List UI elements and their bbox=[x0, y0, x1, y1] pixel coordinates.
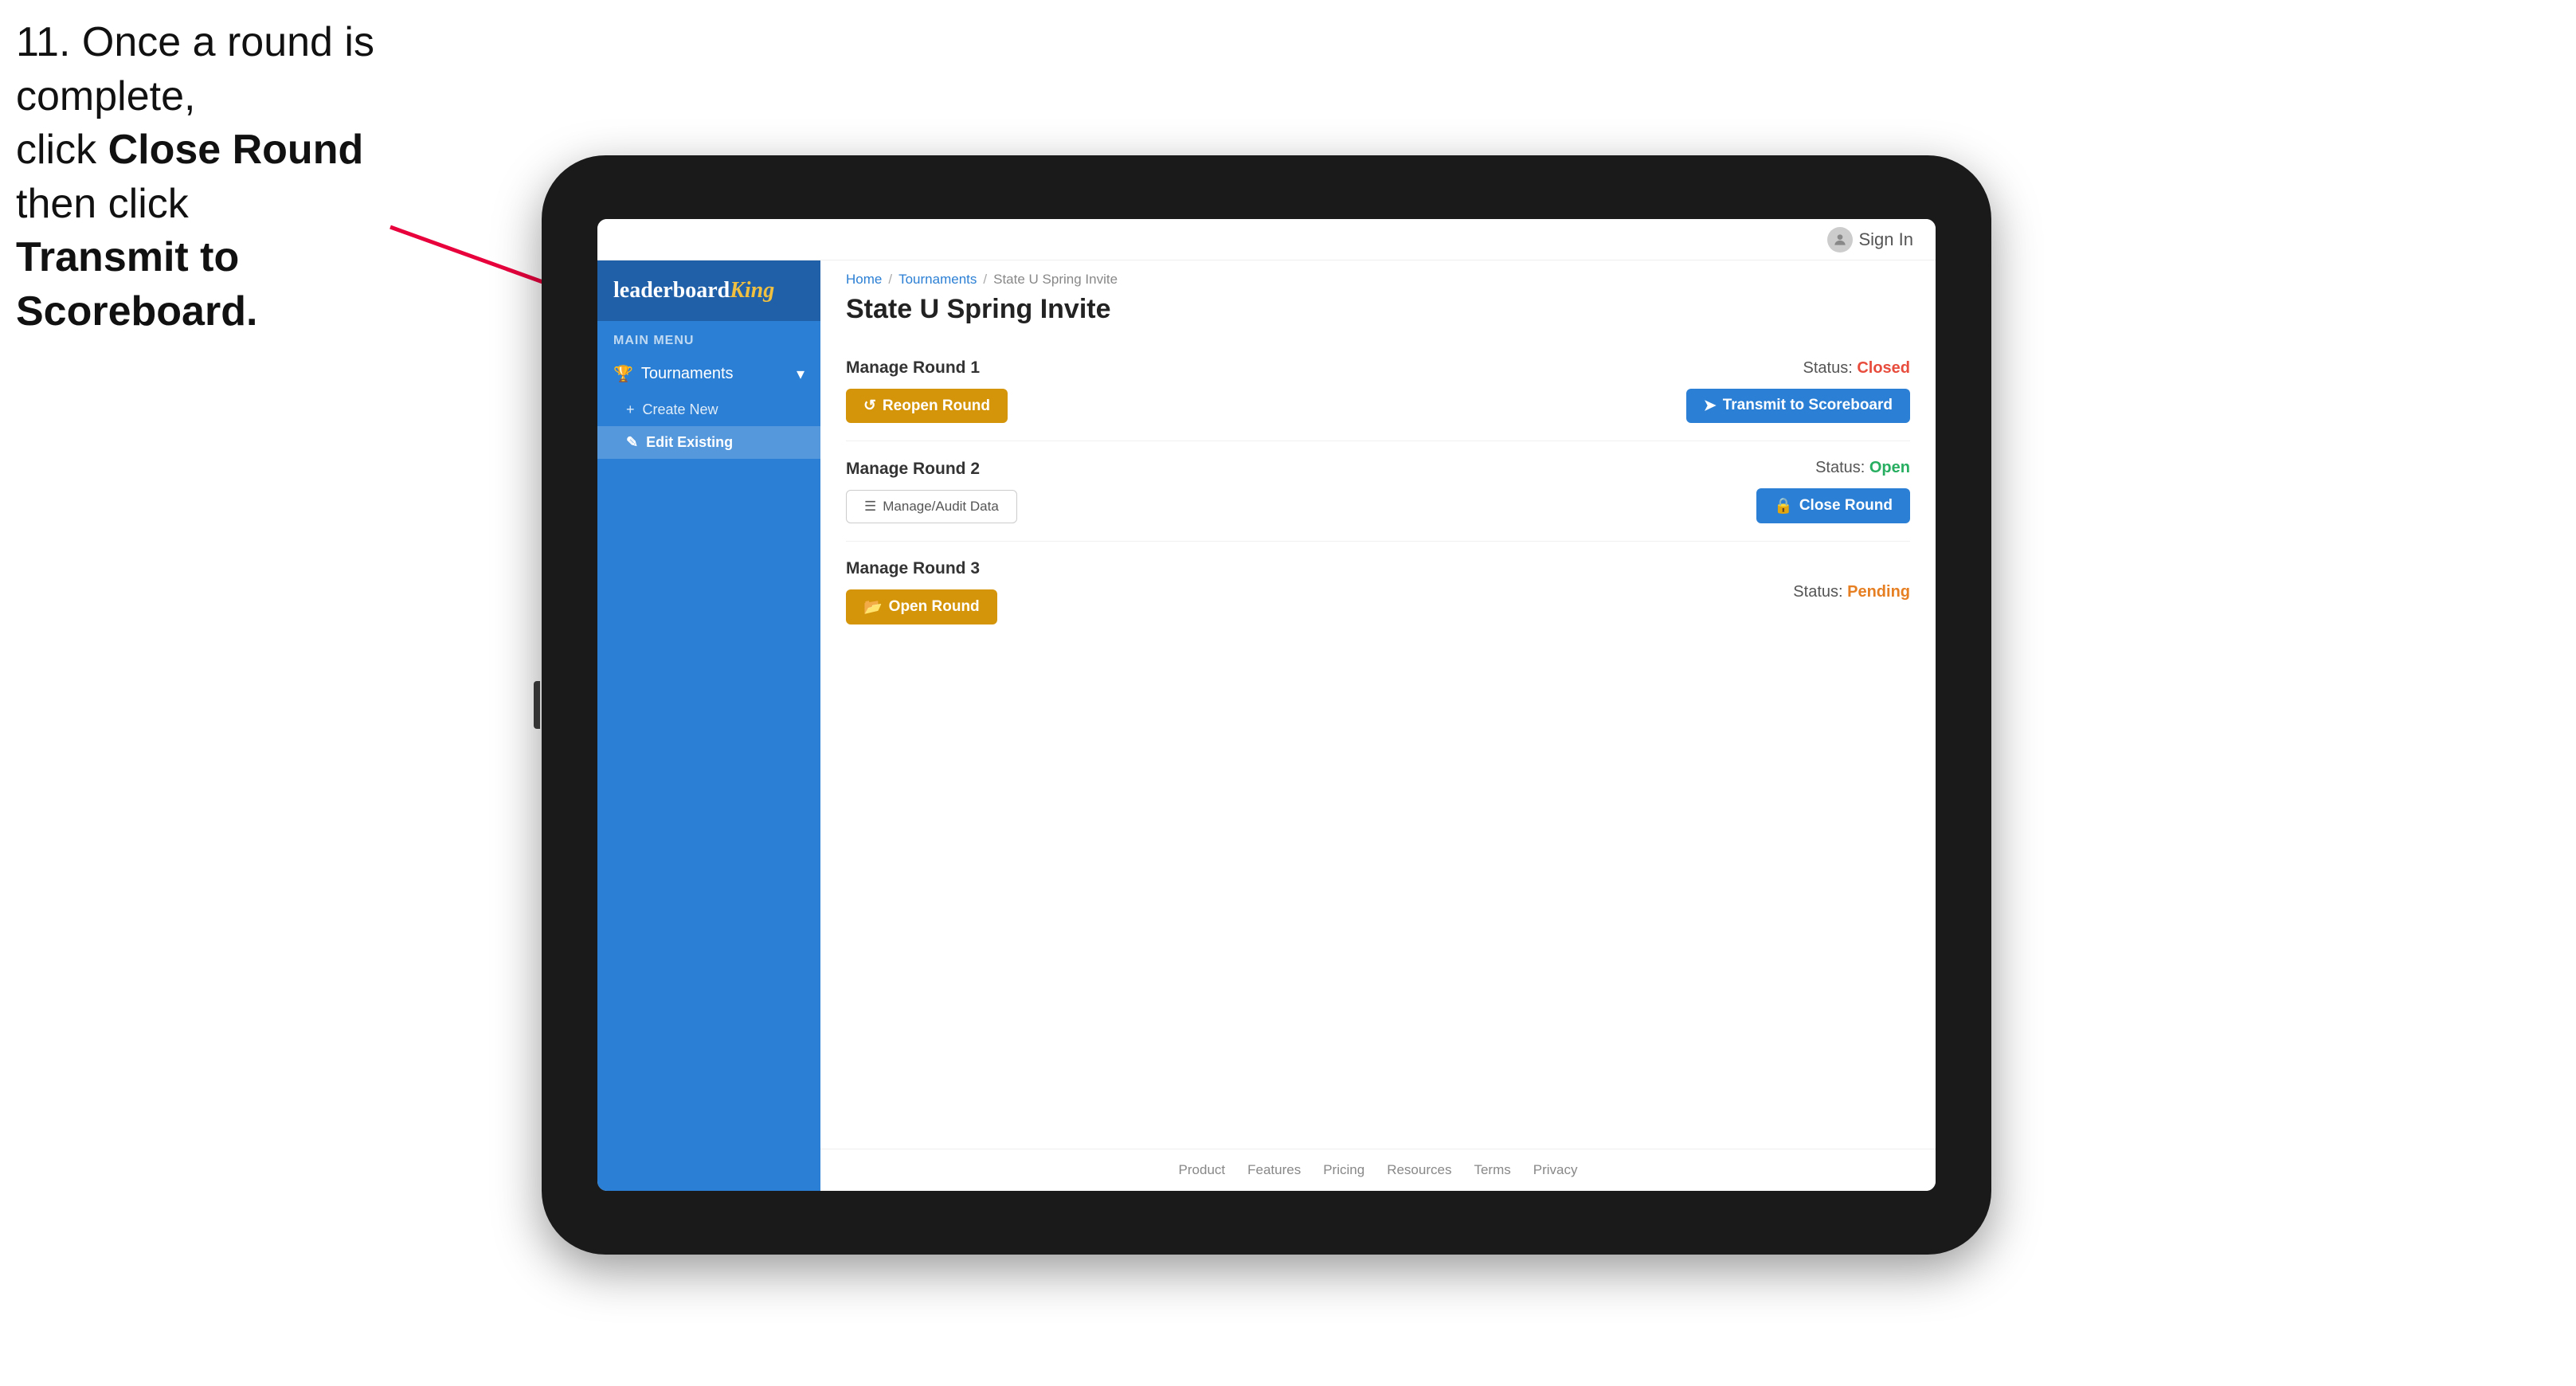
sign-in-button[interactable]: Sign In bbox=[1827, 227, 1914, 253]
breadcrumb-sep2: / bbox=[983, 272, 987, 288]
manage-audit-label: Manage/Audit Data bbox=[883, 499, 999, 515]
user-avatar bbox=[1827, 227, 1853, 253]
round-1-right: Status: Closed ➤ Transmit to Scoreboard bbox=[1686, 359, 1910, 423]
breadcrumb-sep1: / bbox=[888, 272, 892, 288]
lock-icon: 🔒 bbox=[1774, 496, 1793, 515]
breadcrumb-current: State U Spring Invite bbox=[993, 272, 1118, 288]
round-3-status-value: Pending bbox=[1847, 583, 1910, 601]
round-row-1: Manage Round 1 ↺ Reopen Round Status: Cl… bbox=[846, 341, 1910, 441]
close-round-button[interactable]: 🔒 Close Round bbox=[1756, 488, 1910, 523]
main-content: Home / Tournaments / State U Spring Invi… bbox=[820, 260, 1936, 1191]
round-2-right: Status: Open 🔒 Close Round bbox=[1756, 459, 1910, 523]
round-1-title: Manage Round 1 bbox=[846, 358, 1008, 378]
footer-terms[interactable]: Terms bbox=[1474, 1162, 1510, 1178]
breadcrumb-tournaments[interactable]: Tournaments bbox=[898, 272, 977, 288]
transmit-to-scoreboard-button[interactable]: ➤ Transmit to Scoreboard bbox=[1686, 389, 1910, 423]
round-row-3: Manage Round 3 📂 Open Round Status: Pend… bbox=[846, 542, 1910, 642]
plus-icon: + bbox=[626, 401, 635, 418]
round-1-left: Manage Round 1 ↺ Reopen Round bbox=[846, 358, 1008, 423]
create-new-label: Create New bbox=[643, 401, 718, 418]
breadcrumb-home[interactable]: Home bbox=[846, 272, 882, 288]
footer-resources[interactable]: Resources bbox=[1387, 1162, 1451, 1178]
audit-icon: ☰ bbox=[864, 499, 876, 515]
breadcrumb: Home / Tournaments / State U Spring Invi… bbox=[820, 260, 1936, 291]
sidebar: leaderboardKing MAIN MENU 🏆 Tournaments … bbox=[597, 260, 820, 1191]
footer: Product Features Pricing Resources Terms… bbox=[820, 1149, 1936, 1191]
round-3-right: Status: Pending bbox=[1793, 583, 1910, 601]
tablet-frame: Sign In leaderboardKing MAIN MENU 🏆 Tour… bbox=[542, 155, 1991, 1255]
footer-privacy[interactable]: Privacy bbox=[1533, 1162, 1578, 1178]
edit-icon: ✎ bbox=[626, 434, 638, 451]
sidebar-item-tournaments[interactable]: 🏆 Tournaments ▾ bbox=[597, 354, 820, 393]
main-menu-label: MAIN MENU bbox=[597, 321, 820, 354]
manage-audit-data-button[interactable]: ☰ Manage/Audit Data bbox=[846, 490, 1017, 523]
sidebar-subitem-create-new[interactable]: + Create New bbox=[597, 393, 820, 426]
close-round-label: Close Round bbox=[1799, 497, 1893, 515]
sign-in-label: Sign In bbox=[1859, 229, 1914, 250]
footer-pricing[interactable]: Pricing bbox=[1323, 1162, 1364, 1178]
round-3-status: Status: Pending bbox=[1793, 583, 1910, 601]
logo: leaderboardKing bbox=[613, 278, 805, 303]
round-2-title: Manage Round 2 bbox=[846, 460, 1017, 479]
transmit-icon: ➤ bbox=[1704, 397, 1717, 415]
tablet-screen: Sign In leaderboardKing MAIN MENU 🏆 Tour… bbox=[597, 219, 1936, 1191]
transmit-label: Transmit to Scoreboard bbox=[1723, 397, 1893, 414]
round-1-status: Status: Closed bbox=[1803, 359, 1911, 378]
round-3-left: Manage Round 3 📂 Open Round bbox=[846, 559, 997, 624]
reopen-icon: ↺ bbox=[863, 397, 876, 415]
tournaments-label: Tournaments bbox=[641, 365, 734, 383]
instruction-block: 11. Once a round is complete, click Clos… bbox=[16, 16, 430, 339]
rounds-container: Manage Round 1 ↺ Reopen Round Status: Cl… bbox=[820, 341, 1936, 745]
round-1-status-value: Closed bbox=[1857, 359, 1910, 377]
sidebar-tournaments-left: 🏆 Tournaments bbox=[613, 364, 734, 384]
round-row-2: Manage Round 2 ☰ Manage/Audit Data Statu… bbox=[846, 441, 1910, 542]
page-title: State U Spring Invite bbox=[820, 291, 1936, 341]
sidebar-submenu: + Create New ✎ Edit Existing bbox=[597, 393, 820, 459]
open-round-button[interactable]: 📂 Open Round bbox=[846, 589, 997, 624]
sidebar-subitem-edit-existing[interactable]: ✎ Edit Existing bbox=[597, 426, 820, 459]
chevron-down-icon: ▾ bbox=[797, 364, 805, 384]
open-round-label: Open Round bbox=[889, 598, 980, 616]
footer-product[interactable]: Product bbox=[1179, 1162, 1226, 1178]
round-2-status-value: Open bbox=[1869, 459, 1910, 476]
round-2-status: Status: Open bbox=[1815, 459, 1910, 477]
top-bar: Sign In bbox=[597, 219, 1936, 260]
trophy-icon: 🏆 bbox=[613, 364, 633, 384]
sidebar-logo: leaderboardKing bbox=[597, 260, 820, 321]
instruction-text: 11. Once a round is complete, click Clos… bbox=[16, 19, 374, 335]
round-3-title: Manage Round 3 bbox=[846, 559, 997, 578]
reopen-round-label: Reopen Round bbox=[883, 397, 990, 415]
reopen-round-button[interactable]: ↺ Reopen Round bbox=[846, 389, 1008, 423]
open-icon: 📂 bbox=[863, 597, 883, 617]
footer-features[interactable]: Features bbox=[1247, 1162, 1301, 1178]
edit-existing-label: Edit Existing bbox=[646, 434, 733, 451]
round-2-left: Manage Round 2 ☰ Manage/Audit Data bbox=[846, 460, 1017, 523]
tablet-power-btn bbox=[534, 681, 540, 729]
